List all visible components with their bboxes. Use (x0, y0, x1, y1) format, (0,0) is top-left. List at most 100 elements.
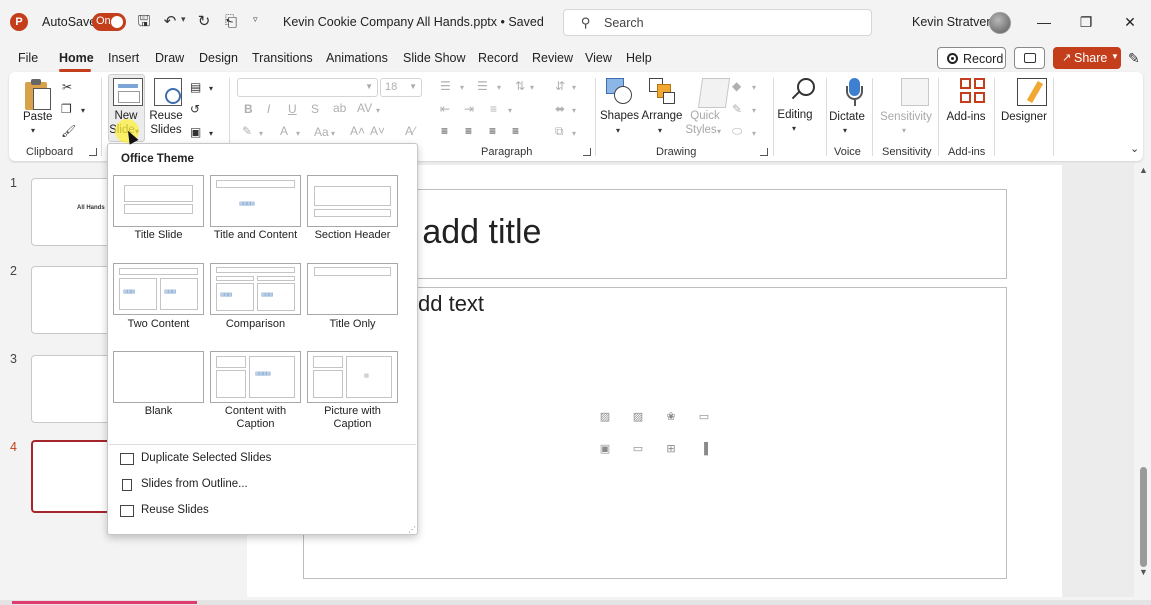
microphone-icon[interactable] (845, 78, 865, 108)
tab-slide-show[interactable]: Slide Show (403, 51, 466, 65)
change-case-icon[interactable]: Aa (314, 125, 329, 139)
copy-dropdown-icon[interactable]: ▾ (81, 104, 85, 118)
chevron-down-icon[interactable]: ▾ (530, 81, 534, 95)
section-dropdown-icon[interactable]: ▾ (209, 127, 213, 141)
line-spacing-icon[interactable]: ⇅ (515, 79, 525, 93)
shape-effects-icon[interactable]: ⬭ (732, 124, 742, 138)
smartart-graphic-icon[interactable]: ▭ (697, 411, 711, 423)
customize-toolbar-icon[interactable]: ▿ (253, 14, 258, 25)
cut-icon[interactable]: ✂ (62, 80, 72, 94)
copy-icon[interactable]: ❐ (61, 102, 72, 116)
chevron-down-icon[interactable]: ▾ (376, 104, 380, 118)
chevron-down-icon[interactable]: ▼ (1111, 52, 1119, 61)
chevron-down-icon[interactable]: ▾ (497, 81, 501, 95)
undo-icon[interactable]: ↶ (160, 12, 180, 32)
scroll-up-icon[interactable]: ▲ (1139, 165, 1148, 175)
layout-title-and-content[interactable]: ▨▨▨▨ (210, 175, 301, 227)
chevron-down-icon[interactable]: ▾ (752, 127, 756, 141)
layout-comparison[interactable]: ▨▨▨ ▨▨▨ (210, 263, 301, 315)
chevron-down-icon[interactable]: ▾ (616, 124, 620, 138)
search-input[interactable] (604, 14, 854, 32)
clipboard-launcher-icon[interactable] (89, 148, 97, 156)
icons-icon[interactable]: ❀ (664, 411, 678, 423)
numbering-icon[interactable]: ☰ (477, 79, 488, 93)
layout-content-with-caption[interactable]: ▨▨▨▨ (210, 351, 301, 403)
paragraph-launcher-icon[interactable] (583, 148, 591, 156)
chevron-down-icon[interactable]: ▾ (792, 122, 796, 136)
layout-two-content[interactable]: ▨▨▨ ▨▨▨ (113, 263, 204, 315)
pictures-icon[interactable]: ▨ (631, 411, 645, 423)
pen-icon[interactable]: ✎ (1128, 50, 1140, 67)
tab-transitions[interactable]: Transitions (252, 51, 313, 65)
comments-button[interactable] (1014, 47, 1045, 69)
stock-images-icon[interactable]: ▨ (598, 411, 612, 423)
shrink-font-icon[interactable]: A˅ (370, 124, 385, 138)
tab-file[interactable]: File (18, 51, 38, 65)
paste-button-label[interactable]: Paste (23, 110, 52, 124)
layout-title-only[interactable] (307, 263, 398, 315)
underline-icon[interactable]: U (288, 102, 297, 116)
avatar[interactable] (989, 12, 1011, 34)
decrease-indent-icon[interactable]: ⇤ (440, 102, 450, 116)
tab-home[interactable]: Home (59, 51, 94, 65)
arrange-button-label[interactable]: Arrange (640, 109, 684, 123)
justify-icon[interactable]: ≡ (512, 124, 519, 138)
clear-formatting-icon[interactable]: A∕ (405, 124, 415, 138)
scroll-down-icon[interactable]: ▼ (1139, 567, 1148, 577)
designer-icon[interactable] (1017, 78, 1047, 106)
font-color-icon[interactable]: A (280, 124, 288, 138)
chevron-down-icon[interactable]: ▾ (658, 124, 662, 138)
italic-icon[interactable]: I (267, 102, 270, 116)
add-ins-icon[interactable] (960, 78, 988, 106)
format-painter-icon[interactable]: 🖌 (61, 124, 76, 138)
chevron-down-icon[interactable]: ▾ (752, 81, 756, 95)
record-button[interactable]: Record (937, 47, 1006, 69)
document-title[interactable]: Kevin Cookie Company All Hands.pptx • Sa… (283, 15, 544, 29)
redo-icon[interactable]: ↻ (194, 12, 214, 32)
highlight-icon[interactable]: ✎ (242, 124, 252, 138)
video-icon[interactable]: ▭ (631, 443, 645, 455)
tab-animations[interactable]: Animations (326, 51, 388, 65)
shadow-icon[interactable]: S (311, 102, 319, 116)
character-spacing-icon[interactable]: AV (357, 101, 372, 115)
table-icon[interactable]: ⊞ (664, 443, 678, 455)
chevron-down-icon[interactable]: ▾ (296, 127, 300, 141)
reuse-slides-label-line2[interactable]: Slides (149, 123, 183, 137)
layout-section-header[interactable] (307, 175, 398, 227)
chevron-down-icon[interactable]: ▾ (331, 127, 335, 141)
present-icon[interactable]: ⎗ (221, 12, 241, 32)
layout-blank[interactable] (113, 351, 204, 403)
arrange-icon[interactable] (649, 78, 677, 106)
tab-draw[interactable]: Draw (155, 51, 184, 65)
editing-icon[interactable] (789, 78, 817, 106)
font-name-combo[interactable]: ▼ (237, 78, 378, 97)
bold-icon[interactable]: B (244, 102, 253, 116)
quick-styles-label-line1[interactable]: Quick (685, 109, 725, 123)
strikethrough-icon[interactable]: ab (333, 101, 346, 115)
restore-icon[interactable]: ❐ (1071, 8, 1101, 36)
save-icon[interactable]: 🖫 (134, 12, 154, 32)
tab-record[interactable]: Record (478, 51, 518, 65)
tab-view[interactable]: View (585, 51, 612, 65)
drawing-launcher-icon[interactable] (760, 148, 768, 156)
columns-icon[interactable]: ≡ (490, 102, 497, 116)
chevron-down-icon[interactable]: ▾ (259, 127, 263, 141)
undo-dropdown-icon[interactable]: ▾ (181, 14, 186, 25)
collapse-ribbon-icon[interactable]: ⌄ (1130, 142, 1139, 155)
chevron-down-icon[interactable]: ▾ (843, 124, 847, 138)
chevron-down-icon[interactable]: ▾ (902, 124, 906, 138)
layout-dropdown-icon[interactable]: ▾ (209, 82, 213, 96)
dictate-button-label[interactable]: Dictate (827, 110, 867, 124)
cameo-icon[interactable]: ▣ (598, 443, 612, 455)
paste-dropdown-icon[interactable]: ▾ (31, 124, 35, 138)
chevron-down-icon[interactable]: ▾ (572, 127, 576, 141)
chevron-down-icon[interactable]: ▾ (460, 81, 464, 95)
quick-styles-icon[interactable] (697, 78, 731, 108)
grow-font-icon[interactable]: A˄ (350, 124, 365, 138)
share-button[interactable]: ↗ Share ▼ (1053, 47, 1121, 69)
reset-icon[interactable]: ↺ (190, 102, 200, 116)
minimize-icon[interactable]: — (1029, 8, 1059, 36)
chevron-down-icon[interactable]: ▾ (572, 104, 576, 118)
layout-icon[interactable]: ▤ (190, 80, 201, 94)
chevron-down-icon[interactable]: ▾ (752, 104, 756, 118)
